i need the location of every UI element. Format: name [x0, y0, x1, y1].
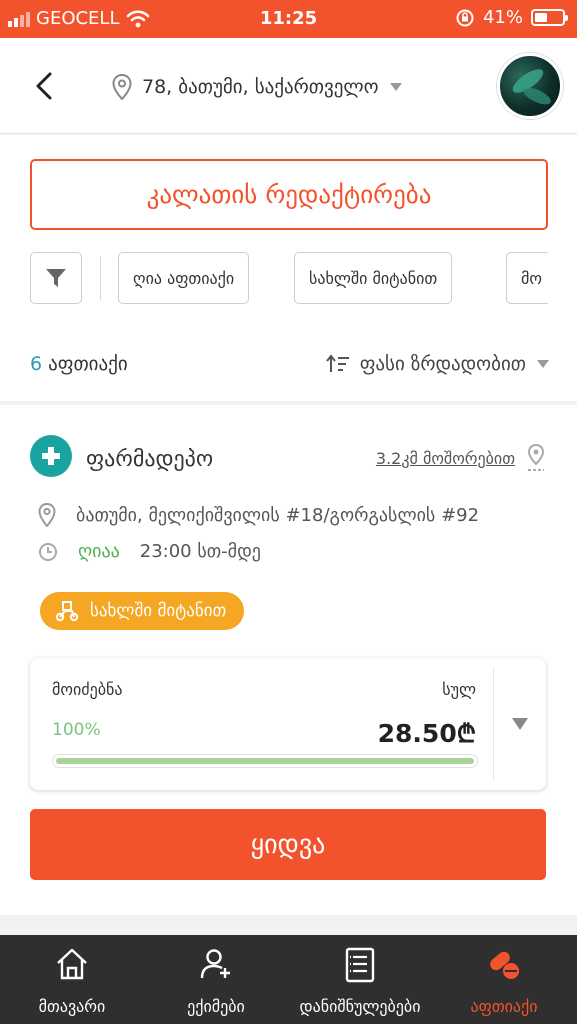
delivery-badge-label: სახლში მიტანით	[90, 601, 227, 621]
pharmacy-distance[interactable]: 3.2კმ მოშორებით	[376, 449, 515, 468]
edit-cart-button[interactable]: კალათის რედაქტირება	[30, 159, 548, 230]
chevron-down-icon	[537, 360, 549, 368]
tab-label: ექიმები	[187, 997, 245, 1016]
tab-label: დანიშნულებები	[299, 997, 421, 1016]
distance-unit: კმ მოშორებით	[401, 449, 515, 468]
buy-button[interactable]: ყიდვა	[30, 809, 546, 880]
tab-label: მთავარი	[38, 997, 106, 1016]
delivery-badge: სახლში მიტანით	[40, 592, 245, 630]
chevron-down-icon	[389, 83, 402, 91]
route-pin-icon[interactable]	[525, 443, 547, 473]
pharmacy-logo	[30, 435, 72, 477]
results-count-label: აფთიაქი	[48, 353, 128, 375]
prescriptions-icon	[345, 947, 375, 983]
medical-cross-icon	[42, 447, 60, 465]
battery-icon	[531, 9, 568, 26]
delivery-icon	[55, 601, 79, 622]
card-divider	[493, 668, 494, 780]
results-count: 6	[30, 353, 43, 375]
results-header: 6 აფთიაქი ფასი ზრდადობით	[30, 353, 550, 383]
map-pin-icon	[112, 74, 132, 100]
open-hours: 23:00 სთ-მდე	[139, 541, 261, 562]
pharmacy-hours-row: ღიაა 23:00 სთ-მდე	[38, 541, 261, 562]
expand-chevron-icon[interactable]	[510, 716, 530, 732]
avatar[interactable]	[497, 53, 563, 119]
price-summary-card: მოიძებნა სულ 100% 28.50₾	[30, 658, 546, 790]
pharmacy-name[interactable]: ფარმადეპო	[86, 447, 213, 472]
total-label: სულ	[442, 680, 476, 699]
found-progress-fill	[56, 758, 474, 764]
tab-doctors[interactable]: ექიმები	[144, 935, 288, 1024]
orientation-lock-icon	[456, 9, 474, 26]
tab-pharmacy[interactable]: აფთიაქი	[432, 935, 576, 1024]
tab-home[interactable]: მთავარი	[0, 935, 144, 1024]
filter-button[interactable]	[30, 252, 82, 304]
status-bar: GEOCELL 11:25 41%	[0, 0, 577, 38]
found-progress-bar	[52, 754, 478, 768]
pharmacy-address-row: ბათუმი, მელიქიშვილის #18/გორგასლის #92	[38, 503, 479, 527]
filter-divider	[100, 256, 101, 300]
main-content: კალათის რედაქტირება ღია აფთიაქი სახლში მ…	[0, 135, 577, 915]
app-header: 78, ბათუმი, საქართველო	[0, 38, 577, 134]
map-pin-icon	[38, 503, 56, 527]
status-right: 41%	[455, 7, 568, 28]
funnel-icon	[46, 269, 66, 287]
section-separator	[0, 401, 577, 405]
chip-open-pharmacy[interactable]: ღია აფთიაქი	[118, 252, 250, 304]
pharmacy-address: ბათუმი, მელიქიშვილის #18/გორგასლის #92	[76, 504, 480, 526]
distance-value: 3.2	[375, 449, 402, 468]
found-label: მოიძებნა	[52, 680, 123, 699]
pharmacy-icon	[490, 951, 519, 979]
location-text: 78, ბათუმი, საქართველო	[142, 76, 379, 98]
tab-prescriptions[interactable]: დანიშნულებები	[288, 935, 432, 1024]
chip-more[interactable]: მო	[506, 252, 548, 304]
filter-bar: ღია აფთიაქი სახლში მიტანით მო	[30, 252, 548, 304]
location-selector[interactable]: 78, ბათუმი, საქართველო	[112, 74, 403, 100]
bottom-tab-bar: მთავარი ექიმები დანიშნულებები აფთიაქი	[0, 935, 577, 1024]
chip-home-delivery[interactable]: სახლში მიტანით	[294, 252, 453, 304]
tab-label: აფთიაქი	[470, 997, 538, 1016]
sort-selector[interactable]: ფასი ზრდადობით	[325, 353, 550, 375]
sort-icon	[325, 354, 349, 372]
back-arrow-icon[interactable]	[30, 68, 60, 104]
home-icon	[57, 948, 87, 980]
doctor-icon	[200, 949, 230, 979]
found-percent: 100%	[52, 720, 101, 740]
sort-label: ფასი ზრდადობით	[359, 353, 526, 375]
battery-percent: 41%	[482, 7, 523, 28]
open-status: ღიაა	[78, 541, 120, 562]
clock-icon	[39, 542, 57, 561]
total-price: 28.50₾	[377, 719, 476, 748]
